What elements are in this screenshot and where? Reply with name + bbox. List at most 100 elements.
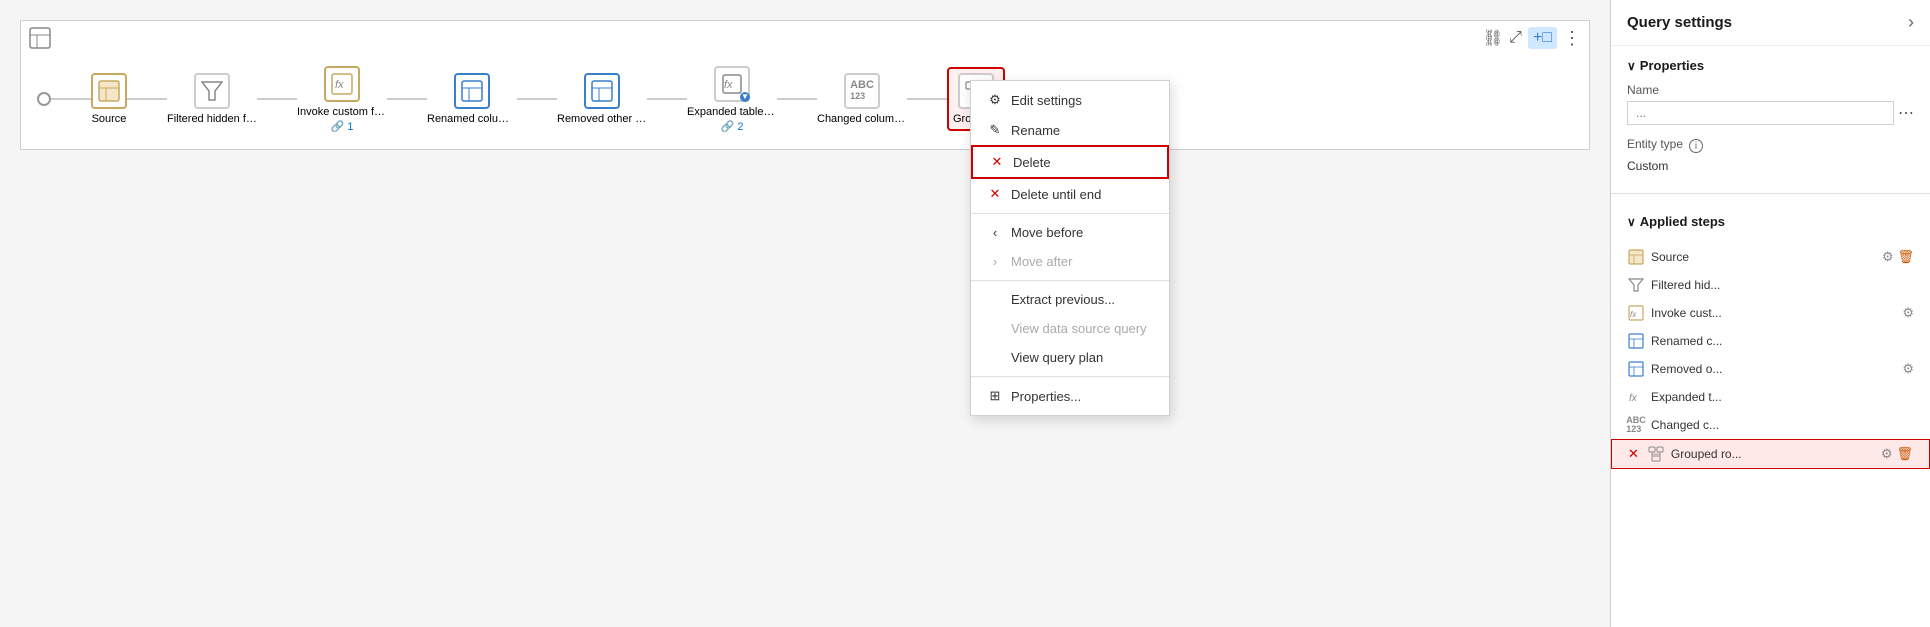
step-actions-grouped: ⚙ 🗑 (1881, 446, 1913, 462)
menu-label-delete: Delete (1013, 155, 1051, 170)
menu-label-extract-previous: Extract previous... (1011, 292, 1115, 307)
step-name-invoke: Invoke cust... (1651, 306, 1896, 320)
applied-step-changed[interactable]: ABC123 Changed c... (1611, 411, 1930, 439)
name-field-label: Name (1627, 83, 1914, 97)
menu-label-delete-until-end: Delete until end (1011, 187, 1101, 202)
pipeline-step-expanded[interactable]: fx ▼ Expanded table c... 🔗 2 (687, 66, 777, 133)
step-connector-4: Renamed columns (387, 73, 517, 125)
menu-item-delete-until-end[interactable]: ✕ Delete until end (971, 179, 1169, 209)
pipeline-bar: ⛓ ⤢ +□ ⋮ Source (20, 20, 1590, 150)
step-connector-5: Removed other c... (517, 73, 647, 125)
svg-text:fx: fx (724, 79, 733, 91)
menu-item-properties[interactable]: ⊞ Properties... (971, 381, 1169, 411)
step-icon-filtered (1627, 276, 1645, 294)
pipeline-steps: Source Filtered hidden fi... (37, 66, 1127, 133)
steps-list: Source ⚙ 🗑 Filtered hid... fx Invoke cus… (1611, 243, 1930, 469)
pipeline-step-source[interactable]: Source (91, 73, 127, 125)
pipeline-step-filtered[interactable]: Filtered hidden fi... (167, 73, 257, 125)
step-label-filtered: Filtered hidden fi... (167, 113, 257, 125)
step-gear-removed[interactable]: ⚙ (1902, 361, 1914, 377)
panel-title: Query settings (1627, 14, 1732, 31)
highlight-icon[interactable]: +□ (1528, 27, 1557, 49)
applied-steps-header: ∨ Applied steps (1627, 214, 1914, 229)
menu-label-rename: Rename (1011, 123, 1060, 138)
step-badge-expanded: 🔗 2 (721, 120, 744, 133)
step-delete-source[interactable]: 🗑 (1897, 249, 1914, 265)
step-error-icon-grouped: ✕ (1628, 446, 1639, 462)
entity-type-label: Entity type (1627, 137, 1683, 151)
step-connector: Source (51, 73, 127, 125)
menu-label-move-after: Move after (1011, 254, 1072, 269)
step-delete-grouped[interactable]: 🗑 (1896, 446, 1913, 462)
step-actions-removed: ⚙ (1902, 361, 1914, 377)
applied-step-grouped[interactable]: ✕ Grouped ro... ⚙ 🗑 (1611, 439, 1930, 469)
applied-steps-section: ∨ Applied steps (1611, 202, 1930, 243)
menu-item-edit-settings[interactable]: ⚙ Edit settings (971, 85, 1169, 115)
resize-icon[interactable]: ⤢ (1509, 29, 1522, 47)
applied-step-filtered[interactable]: Filtered hid... (1611, 271, 1930, 299)
entity-type-value: Custom (1627, 159, 1914, 173)
panel-close-button[interactable]: › (1908, 12, 1914, 33)
properties-header: ∨ Properties (1627, 58, 1914, 73)
step-actions-source: ⚙ 🗑 (1882, 249, 1914, 265)
step-label-removed: Removed other c... (557, 113, 647, 125)
step-connector-2: Filtered hidden fi... (127, 73, 257, 125)
applied-step-source[interactable]: Source ⚙ 🗑 (1611, 243, 1930, 271)
rename-icon: ✎ (987, 122, 1003, 138)
context-menu: ⚙ Edit settings ✎ Rename ✕ Delete ✕ Dele… (970, 80, 1170, 416)
pipeline-top-icons: ⛓ ⤢ +□ ⋮ (1483, 27, 1581, 49)
step-name-changed: Changed c... (1651, 418, 1914, 432)
step-icon-grouped (1647, 445, 1665, 463)
menu-item-view-query-plan[interactable]: View query plan (971, 343, 1169, 372)
properties-chevron[interactable]: ∨ (1627, 59, 1636, 73)
pipeline-step-changed[interactable]: ABC123 Changed column... (817, 73, 907, 125)
step-label-invoke: Invoke custom fu... (297, 106, 387, 118)
step-label-expanded: Expanded table c... (687, 106, 777, 118)
menu-item-rename[interactable]: ✎ Rename (971, 115, 1169, 145)
move-after-icon: › (987, 254, 1003, 269)
menu-item-move-after[interactable]: › Move after (971, 247, 1169, 276)
step-gear-grouped[interactable]: ⚙ (1881, 446, 1893, 462)
share-icon[interactable]: ⛓ (1483, 28, 1503, 48)
pipeline-step-renamed[interactable]: Renamed columns (427, 73, 517, 125)
step-icon-source (1627, 248, 1645, 266)
delete-until-end-icon: ✕ (987, 186, 1003, 202)
menu-item-delete[interactable]: ✕ Delete (971, 145, 1169, 179)
more-icon[interactable]: ⋮ (1563, 28, 1581, 49)
entity-type-row: Entity type i (1627, 137, 1914, 155)
menu-label-edit-settings: Edit settings (1011, 93, 1082, 108)
properties-icon: ⊞ (987, 388, 1003, 404)
menu-item-move-before[interactable]: ‹ Move before (971, 218, 1169, 247)
edit-settings-icon: ⚙ (987, 92, 1003, 108)
applied-step-renamed[interactable]: Renamed c... (1611, 327, 1930, 355)
step-label-source: Source (92, 113, 127, 125)
step-name-source: Source (1651, 250, 1876, 264)
applied-step-invoke[interactable]: fx Invoke cust... ⚙ (1611, 299, 1930, 327)
step-name-renamed: Renamed c... (1651, 334, 1914, 348)
pipeline-start (37, 92, 51, 106)
step-icon-renamed (1627, 332, 1645, 350)
step-gear-invoke[interactable]: ⚙ (1902, 305, 1914, 321)
menu-item-view-data-source[interactable]: View data source query (971, 314, 1169, 343)
menu-label-view-query-plan: View query plan (1011, 350, 1103, 365)
name-input[interactable] (1627, 101, 1894, 125)
step-icon-removed (1627, 360, 1645, 378)
step-icon-expanded: fx (1627, 388, 1645, 406)
pipeline-step-invoke[interactable]: fx Invoke custom fu... 🔗 1 (297, 66, 387, 133)
step-badge-invoke: 🔗 1 (331, 120, 354, 133)
menu-item-extract-previous[interactable]: Extract previous... (971, 285, 1169, 314)
name-more-icon[interactable]: ⋯ (1898, 103, 1914, 123)
entity-type-info-icon: i (1689, 139, 1703, 153)
applied-steps-chevron[interactable]: ∨ (1627, 215, 1636, 229)
step-name-expanded: Expanded t... (1651, 390, 1914, 404)
properties-section: ∨ Properties Name ⋯ Entity type i Custom (1611, 46, 1930, 193)
step-gear-source[interactable]: ⚙ (1882, 249, 1894, 265)
panel-header: Query settings › (1611, 0, 1930, 46)
applied-step-expanded[interactable]: fx Expanded t... (1611, 383, 1930, 411)
step-actions-invoke: ⚙ (1902, 305, 1914, 321)
applied-step-removed[interactable]: Removed o... ⚙ (1611, 355, 1930, 383)
section-divider (1611, 193, 1930, 194)
step-label-renamed: Renamed columns (427, 113, 517, 125)
pipeline-step-removed[interactable]: Removed other c... (557, 73, 647, 125)
menu-label-move-before: Move before (1011, 225, 1083, 240)
